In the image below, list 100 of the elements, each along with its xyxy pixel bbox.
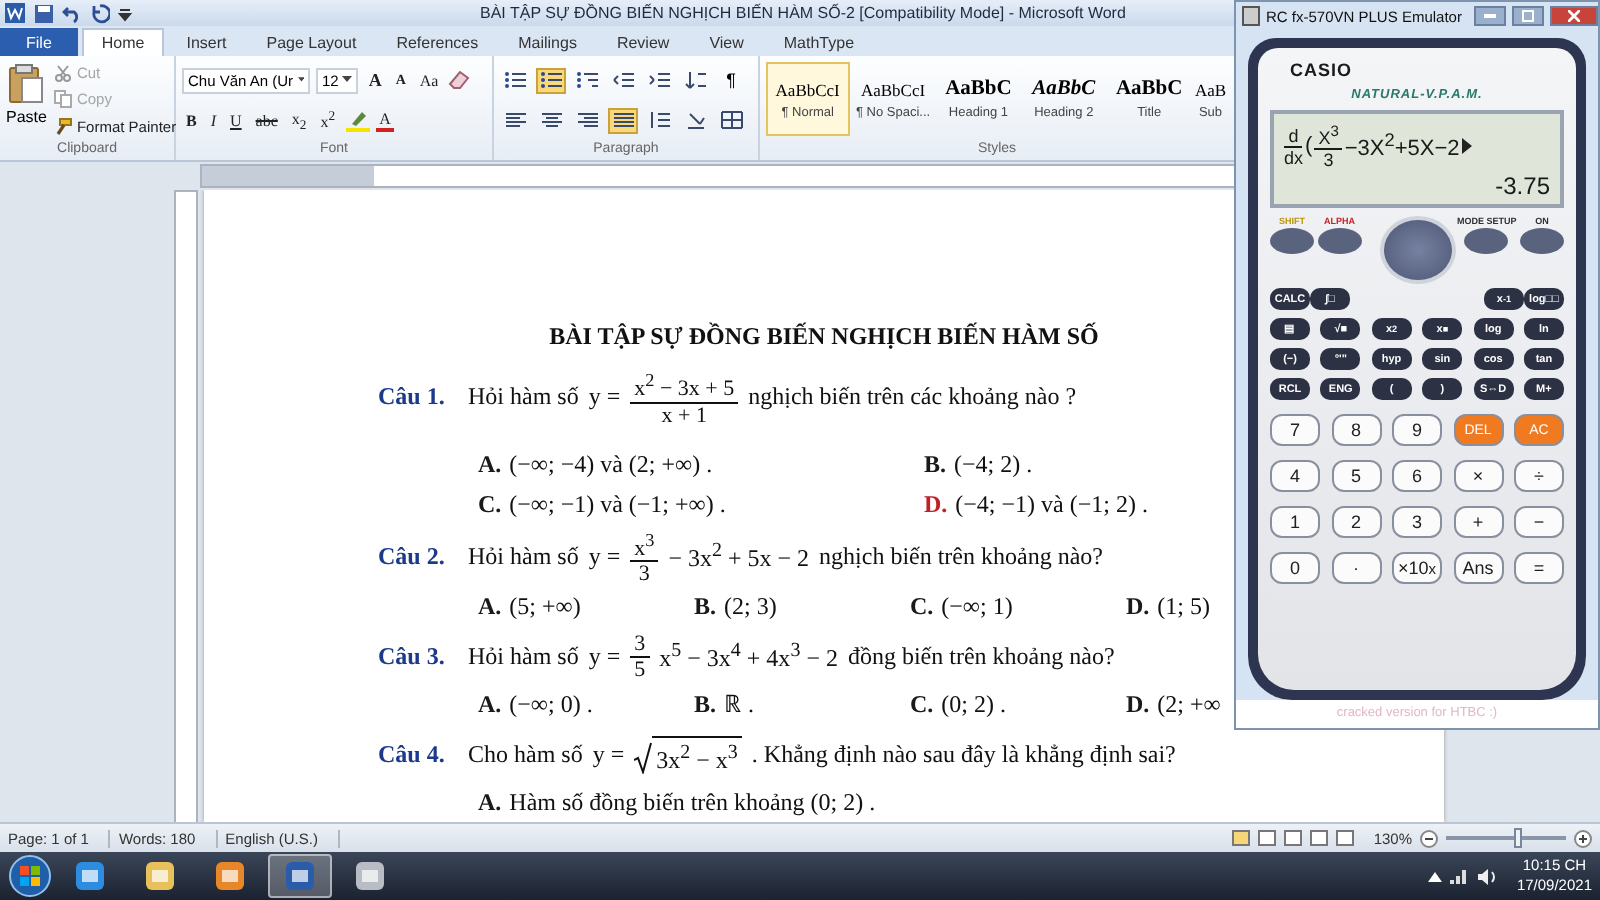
display-text: (	[1305, 134, 1313, 158]
redo-icon[interactable]	[90, 3, 110, 23]
calculator-key[interactable]: ÷	[1514, 460, 1564, 492]
radical-sign-icon	[634, 742, 653, 775]
option-text: Hàm số đồng biến trên khoảng (0; 2) .	[509, 786, 876, 821]
calculator-key[interactable]: Ans	[1453, 552, 1503, 584]
minimize-button[interactable]	[1474, 6, 1506, 26]
calculator-key[interactable]: −	[1514, 506, 1564, 538]
direction-pad[interactable]	[1379, 216, 1455, 284]
option-letter: C.	[910, 688, 934, 723]
question-text: x$^{5}$ − 3x$^{4}$ + 4x$^{3}$ − 2	[659, 640, 838, 675]
denominator: 3	[638, 562, 650, 587]
round-key[interactable]	[1317, 228, 1362, 254]
ribbon-tab[interactable]: View	[691, 28, 762, 56]
align-center-button[interactable]	[536, 107, 566, 133]
calculator-key[interactable]: ·	[1331, 552, 1381, 584]
undo-icon[interactable]	[62, 3, 82, 23]
indent-button[interactable]	[644, 67, 674, 93]
calculator-key[interactable]: 0	[1270, 552, 1320, 584]
right-arrow-icon	[1461, 138, 1472, 154]
format-button[interactable]: abc	[251, 111, 282, 130]
calculator-key[interactable]: 4	[1270, 460, 1320, 492]
align-right-button[interactable]	[572, 107, 602, 133]
word-taskbar-button[interactable]	[268, 854, 332, 898]
spacing-icon	[647, 110, 671, 130]
network-icon[interactable]	[1448, 867, 1471, 885]
question-text: y =	[588, 382, 621, 413]
calculator-key[interactable]: 5	[1331, 460, 1381, 492]
slider-thumb[interactable]	[1514, 828, 1522, 848]
eraser-icon[interactable]	[448, 70, 471, 91]
ribbon-tab[interactable]: Mailings	[500, 28, 595, 56]
font-color-button[interactable]: A	[375, 109, 395, 132]
format-button[interactable]: x$_{2}$	[287, 109, 311, 133]
justify-button[interactable]	[608, 107, 638, 133]
format-button[interactable]: I	[206, 111, 221, 130]
ribbon-tab[interactable]: MathType	[765, 28, 873, 56]
calculator-key[interactable]: 3	[1392, 506, 1442, 538]
document-icon[interactable]	[4, 2, 26, 24]
format-button[interactable]: B	[182, 111, 201, 130]
outdent-icon	[611, 70, 635, 90]
format-button[interactable]: x$^{2}$	[316, 110, 340, 132]
ribbon-tab[interactable]: Insert	[168, 28, 245, 56]
marks-button[interactable]: ¶	[716, 67, 746, 93]
round-key[interactable]	[1464, 228, 1509, 254]
maximize-button[interactable]	[1512, 6, 1544, 26]
borders-button[interactable]	[716, 107, 746, 133]
zoom-out-icon[interactable]	[1420, 829, 1438, 847]
calculator-key[interactable]: 8	[1331, 414, 1381, 446]
scissors-icon	[54, 64, 73, 83]
option-letter: D.	[924, 487, 948, 522]
minimize-icon	[1484, 13, 1496, 19]
copy-icon	[54, 90, 73, 109]
font-size-button[interactable]: A	[364, 70, 386, 91]
ribbon-tab[interactable]: File	[0, 28, 78, 56]
option-text: (−4; −1) và (−1; 2) .	[955, 487, 1148, 522]
question-text: y =	[588, 541, 621, 572]
justify-icon	[611, 110, 635, 130]
numerator: X$^{3}$	[1314, 122, 1343, 150]
numbering-button[interactable]	[536, 67, 566, 93]
bullets-button[interactable]	[500, 67, 530, 93]
calculator-key[interactable]: 1	[1270, 506, 1320, 538]
shading-icon	[683, 110, 707, 130]
numerator: x$^{3}$	[630, 527, 659, 563]
ribbon-tab[interactable]: Home	[81, 28, 165, 56]
calculator-key[interactable]: =	[1514, 552, 1564, 584]
question-label: Câu 1.	[378, 382, 447, 413]
option-text: (−∞; −4) và (2; +∞) .	[509, 447, 713, 482]
option-text: ℝ .	[724, 688, 755, 723]
highlighter-icon[interactable]	[345, 109, 370, 132]
round-key[interactable]	[1270, 228, 1314, 254]
dropdown-icon[interactable]	[118, 5, 132, 21]
zoom-in-icon[interactable]	[1574, 829, 1592, 847]
ribbon-tab[interactable]: Page Layout	[248, 28, 375, 56]
option-letter: A.	[478, 447, 502, 482]
save-icon[interactable]	[34, 3, 54, 23]
multilevel-icon	[575, 70, 599, 90]
round-key[interactable]	[1519, 228, 1564, 254]
show-hidden-icons-icon[interactable]	[1428, 871, 1443, 881]
paste-button[interactable]: Paste	[6, 60, 47, 140]
question-label: Câu 2.	[378, 541, 447, 572]
close-button[interactable]	[1550, 6, 1598, 26]
ribbon-tab[interactable]: Review	[598, 28, 688, 56]
calculator-key[interactable]: +	[1453, 506, 1503, 538]
font-size-button[interactable]: Aa	[415, 71, 443, 90]
calculator-key[interactable]: 2	[1331, 506, 1381, 538]
calculator-key[interactable]: 6	[1392, 460, 1442, 492]
align-left-button[interactable]	[500, 107, 530, 133]
display-result: -3.75	[1493, 172, 1550, 200]
ribbon-tab[interactable]: References	[378, 28, 497, 56]
caret-icon	[342, 76, 353, 85]
calculator-key[interactable]: ×	[1453, 460, 1503, 492]
document-title: BÀI TẬP SỰ ĐỒNG BIẾN NGHỊCH BIẾN HÀM SỐ	[547, 322, 1101, 352]
multilevel-button[interactable]	[572, 67, 602, 93]
calculator-key[interactable]: 9	[1392, 414, 1442, 446]
sort-button[interactable]	[680, 67, 710, 93]
speaker-icon[interactable]	[1476, 867, 1499, 885]
format-button[interactable]: U	[226, 111, 246, 130]
outdent-button[interactable]	[608, 67, 638, 93]
calculator-key[interactable]: 7	[1270, 414, 1320, 446]
start-button-icon[interactable]	[8, 854, 52, 898]
